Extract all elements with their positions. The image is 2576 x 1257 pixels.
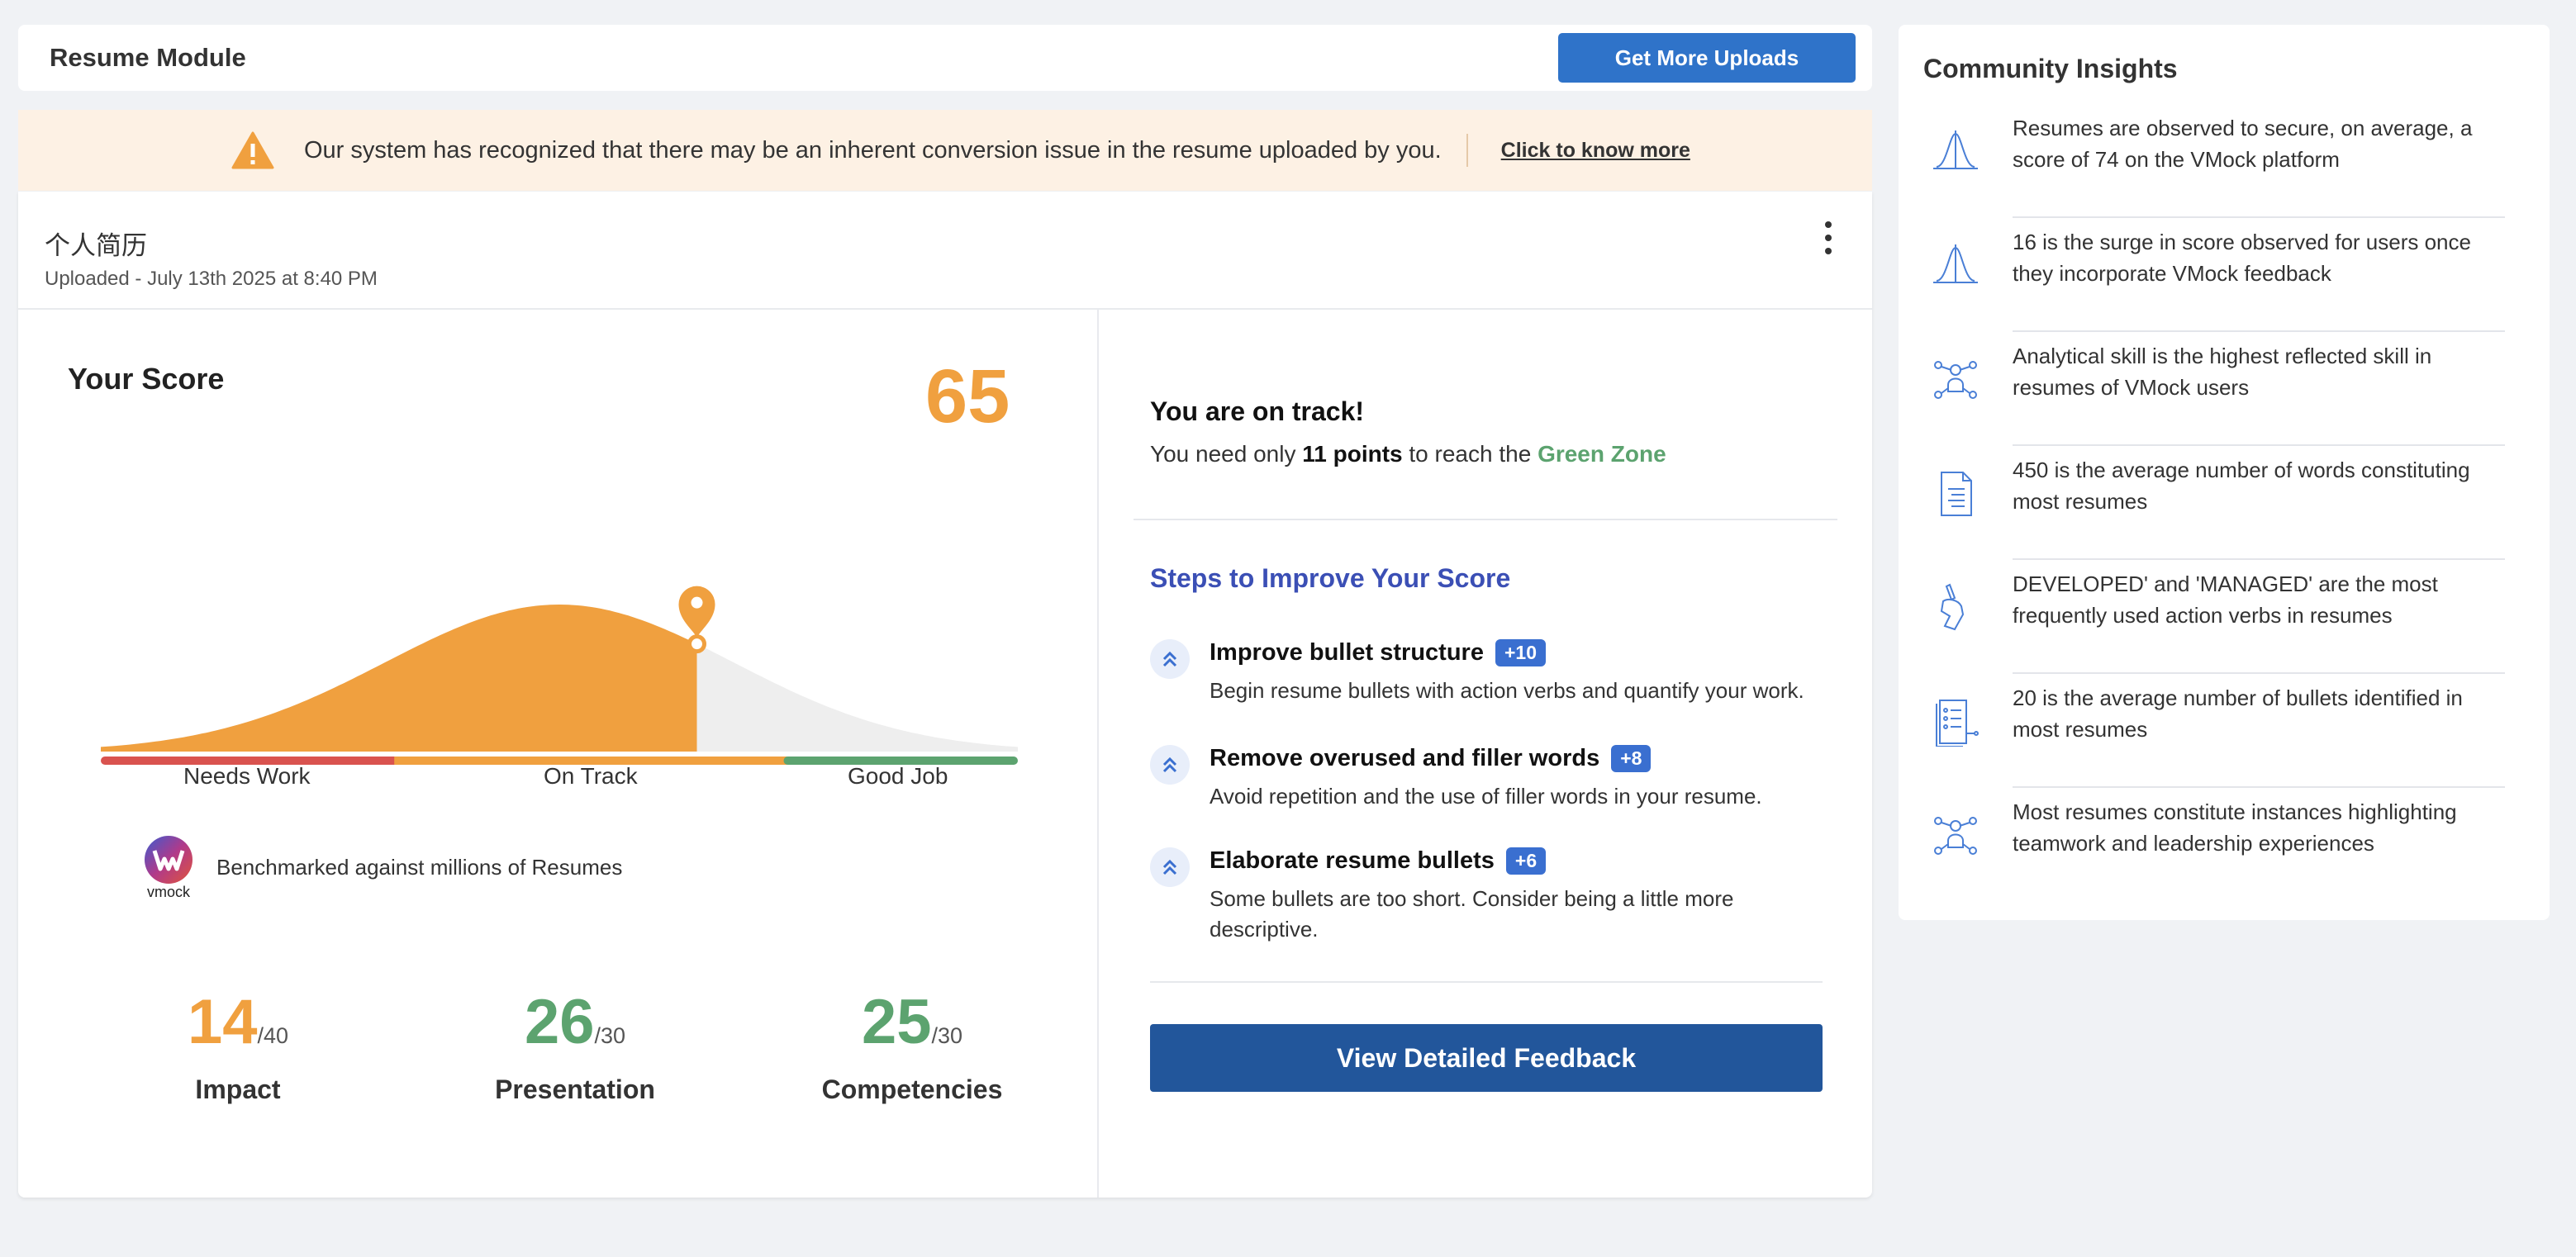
step-title: Remove overused and filler words — [1210, 745, 1600, 771]
page-title: Resume Module — [50, 43, 246, 72]
insight-text: 20 is the average number of bullets iden… — [2013, 685, 2463, 742]
status-text: You need only — [1150, 441, 1303, 467]
insight-item: DEVELOPED' and 'MANAGED' are the most fr… — [1923, 560, 2526, 674]
get-more-uploads-button[interactable]: Get More Uploads — [1558, 33, 1856, 83]
subscore-name: Impact — [195, 1074, 281, 1104]
bell-curve-icon — [1933, 244, 1978, 283]
benchmark-text: Benchmarked against millions of Resumes — [216, 854, 623, 880]
subscore-competencies: 25/30 Competencies — [788, 986, 1036, 1105]
step-points-badge: +6 — [1505, 847, 1547, 875]
insight-text: 16 is the surge in score observed for us… — [2013, 230, 2471, 286]
banner-divider — [1466, 134, 1468, 167]
know-more-link[interactable]: Click to know more — [1501, 139, 1690, 163]
status-title: You are on track! — [1150, 396, 1365, 426]
bell-curve-icon — [1933, 130, 1978, 169]
document-name: 个人简历 — [45, 231, 147, 260]
step-description: Begin resume bullets with action verbs a… — [1210, 678, 1804, 703]
upload-date: Uploaded - July 13th 2025 at 8:40 PM — [45, 268, 378, 290]
zone-label-good-job: Good Job — [848, 763, 948, 789]
insight-item: Resumes are observed to secure, on avera… — [1923, 104, 2526, 218]
zone-label-on-track: On Track — [544, 763, 638, 789]
subscore-max: /30 — [931, 1023, 963, 1048]
step-points-badge: +10 — [1495, 639, 1546, 666]
step-description: Some bullets are too short. Consider bei… — [1210, 886, 1734, 942]
insight-text: Most resumes constitute instances highli… — [2013, 799, 2457, 856]
network-people-icon — [1934, 361, 1977, 399]
chevrons-up-icon — [1150, 847, 1190, 887]
benchmark-note: vmock Benchmarked against millions of Re… — [142, 834, 622, 900]
step-item[interactable]: Remove overused and filler words +8 Avoid… — [1150, 745, 1836, 819]
insights-title: Community Insights — [1923, 54, 2178, 83]
resume-score-card: 个人简历 Uploaded - July 13th 2025 at 8:40 P… — [18, 192, 1872, 1198]
insight-item: Most resumes constitute instances highli… — [1923, 788, 2526, 902]
zone-label-needs-work: Needs Work — [183, 763, 311, 789]
subscore-presentation: 26/30 Presentation — [451, 986, 699, 1105]
module-header: Resume Module Get More Uploads — [18, 25, 1872, 91]
status-text: to reach the — [1402, 441, 1538, 467]
banner-message: Our system has recognized that there may… — [304, 136, 1442, 164]
step-item[interactable]: Elaborate resume bullets +6 Some bullets … — [1150, 847, 1836, 955]
status-description: You need only 11 points to reach the Gre… — [1150, 441, 1666, 467]
insight-item: Analytical skill is the highest reflecte… — [1923, 332, 2526, 446]
vmock-logo: vmock — [142, 834, 195, 900]
steps-title: Steps to Improve Your Score — [1150, 563, 1511, 593]
warning-icon — [231, 131, 274, 169]
insight-item: 20 is the average number of bullets iden… — [1923, 674, 2526, 788]
panel-divider — [1097, 310, 1099, 1198]
insight-text: Analytical skill is the highest reflecte… — [2013, 344, 2432, 400]
subscore-max: /30 — [594, 1023, 626, 1048]
step-points-badge: +8 — [1611, 745, 1652, 772]
points-needed: 11 points — [1302, 441, 1403, 467]
score-label: Your Score — [68, 362, 225, 396]
document-icon — [1941, 472, 1972, 516]
view-detailed-feedback-button[interactable]: View Detailed Feedback — [1150, 1024, 1823, 1092]
curve-score-area — [101, 605, 697, 752]
score-distribution-chart — [101, 586, 1018, 765]
hand-pen-icon — [1940, 583, 1965, 631]
chevrons-up-icon — [1150, 745, 1190, 785]
step-title: Improve bullet structure — [1210, 639, 1484, 666]
step-title: Elaborate resume bullets — [1210, 847, 1495, 874]
step-description: Avoid repetition and the use of filler w… — [1210, 784, 1762, 809]
insight-text: DEVELOPED' and 'MANAGED' are the most fr… — [2013, 572, 2438, 628]
subscore-value: 26 — [524, 987, 595, 1057]
subscore-value: 14 — [187, 987, 258, 1057]
network-people-icon — [1934, 817, 1977, 855]
insight-item: 450 is the average number of words const… — [1923, 446, 2526, 560]
more-options-icon[interactable] — [1823, 221, 1834, 254]
insight-item: 16 is the surge in score observed for us… — [1923, 218, 2526, 332]
subscore-impact: 14/40 Impact — [114, 986, 362, 1105]
community-insights-panel: Community Insights Resumes are observed … — [1899, 25, 2550, 920]
insight-text: 450 is the average number of words const… — [2013, 458, 2470, 514]
document-header: 个人简历 Uploaded - July 13th 2025 at 8:40 P… — [18, 192, 1872, 310]
subscore-max: /40 — [257, 1023, 289, 1048]
subscore-name: Presentation — [495, 1074, 655, 1104]
subscore-value: 25 — [861, 987, 932, 1057]
conversion-warning-banner: Our system has recognized that there may… — [18, 110, 1872, 191]
vmock-logo-text: vmock — [146, 884, 190, 900]
step-item[interactable]: Improve bullet structure +10 Begin resume… — [1150, 639, 1836, 714]
divider — [1150, 981, 1823, 983]
insight-text: Resumes are observed to secure, on avera… — [2013, 116, 2473, 172]
bullet-list-doc-icon — [1936, 700, 1979, 747]
chevrons-up-icon — [1150, 639, 1190, 679]
divider — [1134, 519, 1837, 520]
target-zone: Green Zone — [1538, 441, 1666, 467]
subscore-name: Competencies — [821, 1074, 1003, 1104]
